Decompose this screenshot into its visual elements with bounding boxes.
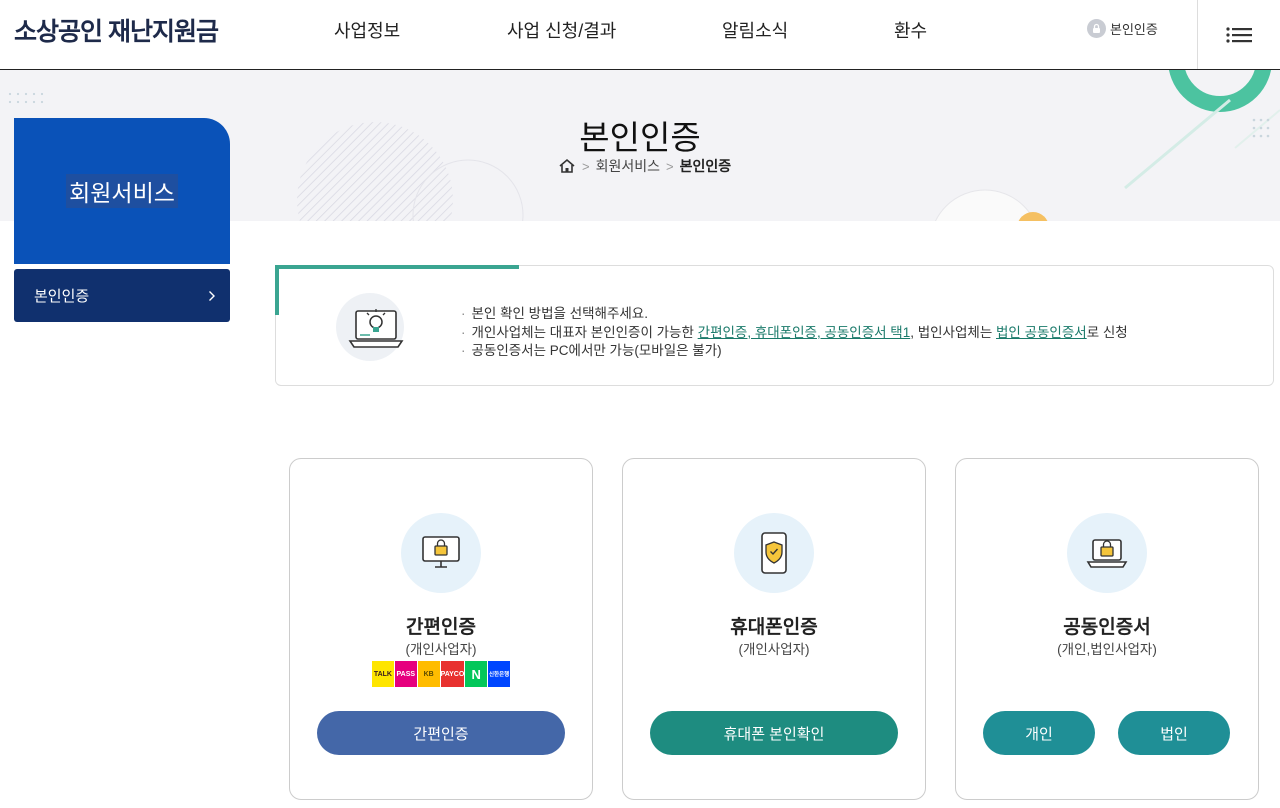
breadcrumb-separator: > <box>582 158 590 174</box>
notice-list: 본인 확인 방법을 선택해주세요. 개인사업체는 대표자 본인인증이 가능한 간… <box>461 305 1128 361</box>
home-icon[interactable] <box>558 158 576 174</box>
card-title: 공동인증서 <box>1063 617 1151 638</box>
card-simple-auth: 간편인증 (개인사업자) TALK PASS KB PAYCO N 신한은행 간… <box>289 458 593 800</box>
chevron-right-icon <box>209 290 215 301</box>
notice-link-individual-methods[interactable]: 간편인증, 휴대폰인증, 공동인증서 택1 <box>698 325 911 340</box>
pass-logo: PASS <box>394 661 417 687</box>
simple-auth-button[interactable]: 간편인증 <box>317 711 565 755</box>
provider-logos: TALK PASS KB PAYCO N 신한은행 <box>372 661 511 687</box>
breadcrumb-item[interactable]: 회원서비스 <box>596 156 660 176</box>
site-header: 소상공인 재난지원금 사업정보 사업 신청/결과 알림소식 환수 본인인증 <box>0 0 1280 70</box>
notice-item: 공동인증서는 PC에서만 가능(모바일은 불가) <box>461 342 1128 361</box>
card-title: 휴대폰인증 <box>730 617 818 638</box>
header-cert-label: 본인인증 <box>1110 22 1158 37</box>
sidebar-item-label: 본인인증 <box>34 288 90 305</box>
all-menu-button[interactable] <box>1197 0 1280 69</box>
laptop-lock-icon <box>1067 513 1147 593</box>
individual-cert-button[interactable]: 개인 <box>983 711 1095 755</box>
phone-shield-icon <box>734 513 814 593</box>
phone-auth-button[interactable]: 휴대폰 본인확인 <box>650 711 898 755</box>
notice-item: 개인사업체는 대표자 본인인증이 가능한 간편인증, 휴대폰인증, 공동인증서 … <box>461 324 1128 343</box>
card-subtitle: (개인사업자) <box>405 642 477 657</box>
card-joint-certificate: 공동인증서 (개인,법인사업자) 개인 법인 <box>955 458 1259 800</box>
site-logo[interactable]: 소상공인 재난지원금 <box>14 12 219 48</box>
header-cert-link[interactable]: 본인인증 <box>1087 19 1158 38</box>
notice-item: 본인 확인 방법을 선택해주세요. <box>461 305 1128 324</box>
nav-item-business-info[interactable]: 사업정보 <box>334 17 400 43</box>
breadcrumb: > 회원서비스 > 본인인증 <box>558 156 731 176</box>
nav-item-refund[interactable]: 환수 <box>894 17 927 43</box>
breadcrumb-current: 본인인증 <box>679 158 732 174</box>
lightbulb-laptop-icon <box>336 291 416 363</box>
nav-item-apply-result[interactable]: 사업 신청/결과 <box>507 17 616 43</box>
sidebar-title-box: 회원서비스 <box>14 118 230 264</box>
card-title: 간편인증 <box>406 617 476 638</box>
notice-link-corporate-cert[interactable]: 법인 공동인증서 <box>996 325 1087 340</box>
monitor-lock-icon <box>401 513 481 593</box>
sidebar-item-identity-verification[interactable]: 본인인증 <box>14 269 230 322</box>
hamburger-icon <box>1226 26 1252 43</box>
naver-logo: N <box>465 661 488 687</box>
shinhan-logo: 신한은행 <box>488 661 511 687</box>
payco-logo: PAYCO <box>440 661 465 687</box>
breadcrumb-separator: > <box>666 158 674 174</box>
notice-accent-bar <box>275 265 519 269</box>
kakao-logo: TALK <box>372 661 394 687</box>
card-subtitle: (개인사업자) <box>738 642 810 657</box>
nav-item-news[interactable]: 알림소식 <box>722 17 788 43</box>
notice-accent-bar-vertical <box>275 265 279 315</box>
lock-icon <box>1087 19 1106 38</box>
sidebar-title: 회원서비스 <box>66 174 178 208</box>
corporate-cert-button[interactable]: 법인 <box>1118 711 1230 755</box>
card-subtitle: (개인,법인사업자) <box>1057 642 1157 657</box>
kb-logo: KB <box>417 661 440 687</box>
card-phone-auth: 휴대폰인증 (개인사업자) 휴대폰 본인확인 <box>622 458 926 800</box>
